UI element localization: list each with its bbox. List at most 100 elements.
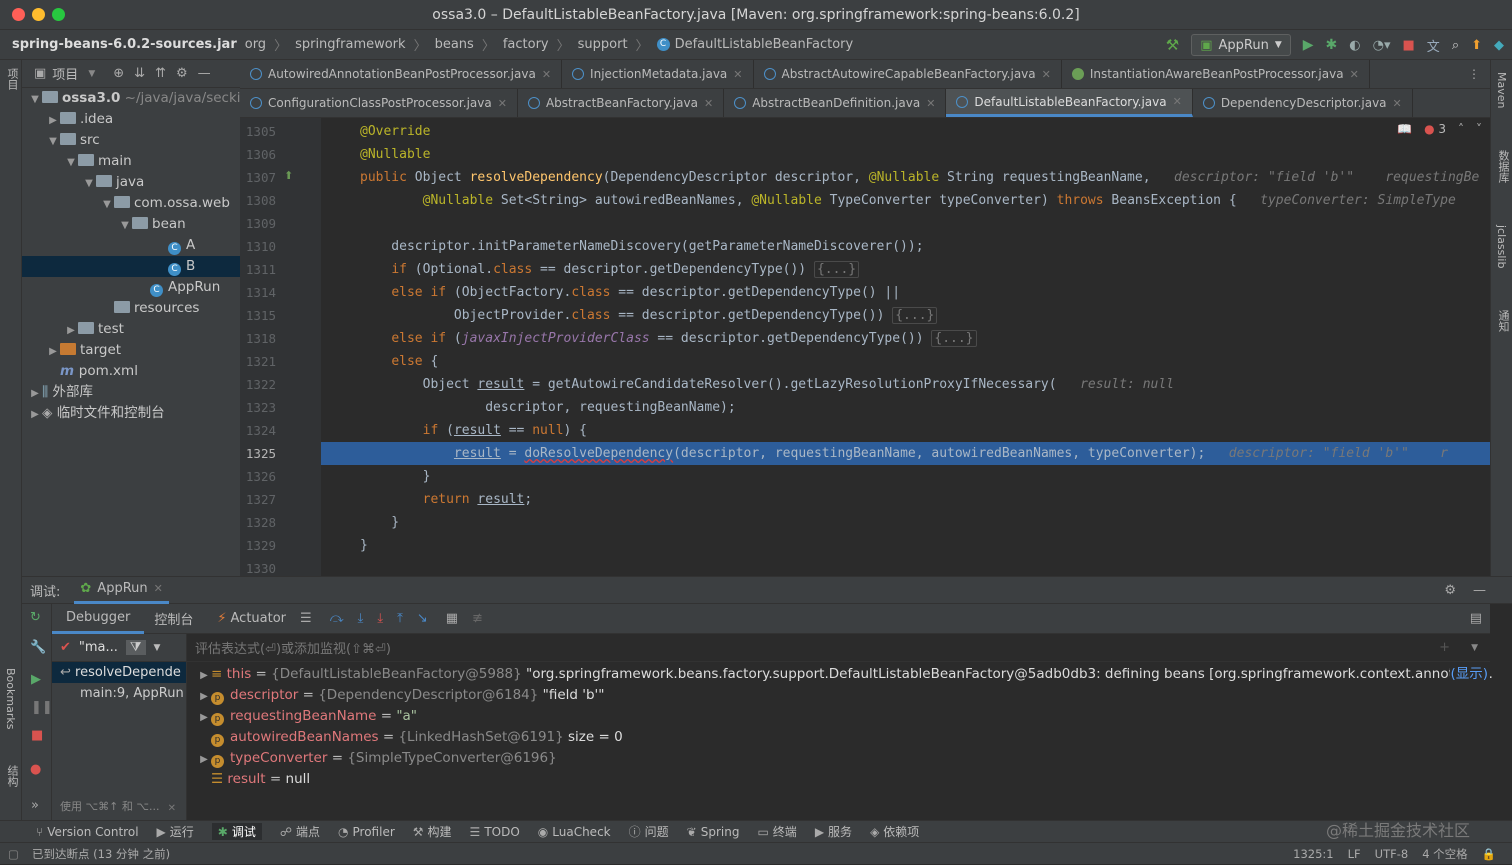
- code-line[interactable]: 1324 if (result == null) {: [240, 419, 1490, 442]
- notifications-tool-button[interactable]: 通知: [1495, 310, 1511, 332]
- chevron-down-icon[interactable]: ▼: [1471, 643, 1478, 653]
- zoom-window-button[interactable]: [52, 8, 65, 21]
- breadcrumb-jar[interactable]: spring-beans-6.0.2-sources.jar: [12, 37, 237, 52]
- tree-item[interactable]: ▼ java: [22, 172, 240, 193]
- chevron-down-icon[interactable]: ▼: [88, 69, 95, 79]
- line-number[interactable]: 1330: [240, 557, 276, 576]
- tree-item[interactable]: m pom.xml: [22, 361, 240, 382]
- chevron-right-icon[interactable]: ▶: [197, 665, 211, 686]
- debug-bug-icon[interactable]: ✱: [1326, 37, 1338, 53]
- collapse-all-icon[interactable]: ⇈: [155, 66, 166, 81]
- close-icon[interactable]: ✕: [926, 97, 935, 110]
- code-line[interactable]: 1325 result = doResolveDependency(descri…: [246, 442, 1490, 465]
- code-line[interactable]: 1305 @Override: [240, 120, 1490, 143]
- breadcrumb-org[interactable]: org: [245, 37, 266, 52]
- chevron-down-icon[interactable]: ▼: [154, 643, 161, 653]
- frame-row[interactable]: main:9, AppRun: [52, 683, 186, 704]
- editor-tab[interactable]: AbstractBeanDefinition.java ✕: [724, 89, 947, 117]
- chevron-right-icon[interactable]: ▶: [197, 749, 211, 770]
- tab-debugger[interactable]: Debugger: [52, 604, 145, 634]
- code-line[interactable]: 1328 }: [240, 511, 1490, 534]
- tree-item[interactable]: ▼ com.ossa.web: [22, 193, 240, 214]
- code-line[interactable]: 1329}: [240, 534, 1490, 557]
- chevron-down-icon[interactable]: ▼: [118, 215, 132, 236]
- tree-item[interactable]: ▶ .idea: [22, 109, 240, 130]
- line-number[interactable]: 1309: [240, 212, 276, 235]
- gear-icon[interactable]: ⚙: [176, 66, 188, 81]
- code-line[interactable]: 1327 return result;: [240, 488, 1490, 511]
- line-number[interactable]: 1325: [240, 442, 276, 465]
- tree-item[interactable]: ▼ bean: [22, 214, 240, 235]
- line-number[interactable]: 1307: [240, 166, 276, 189]
- tool-profiler[interactable]: ◔ Profiler: [338, 825, 395, 839]
- close-icon[interactable]: ✕: [154, 576, 163, 601]
- code-line[interactable]: 1309: [240, 212, 1490, 235]
- build-hammer-icon[interactable]: ⚒: [1166, 36, 1179, 54]
- code-line[interactable]: 1310 descriptor.initParameterNameDiscove…: [240, 235, 1490, 258]
- jclasslib-tool-button[interactable]: jclasslib: [1495, 225, 1508, 268]
- tree-item[interactable]: resources: [22, 298, 240, 319]
- code-line[interactable]: 1315 ObjectProvider.class == descriptor.…: [240, 304, 1490, 327]
- close-icon[interactable]: ✕: [1173, 95, 1182, 108]
- tool-terminal[interactable]: ▭ 终端: [757, 823, 796, 840]
- breakpoints-icon[interactable]: ●: [30, 762, 41, 777]
- editor-tab[interactable]: ConfigurationClassPostProcessor.java ✕: [240, 89, 518, 117]
- close-icon[interactable]: ✕: [542, 68, 551, 81]
- override-gutter-icon[interactable]: ⬆: [284, 169, 293, 182]
- tool-endpoints[interactable]: ☍ 端点: [280, 823, 320, 840]
- editor-tab[interactable]: DependencyDescriptor.java ✕: [1193, 89, 1413, 117]
- chevron-down-icon[interactable]: ▼: [28, 89, 42, 110]
- resume-icon[interactable]: ▶: [31, 672, 41, 687]
- stop-icon[interactable]: ■: [31, 728, 43, 743]
- step-into-icon[interactable]: ⤓: [377, 611, 383, 626]
- trace-icon[interactable]: ≢: [472, 611, 483, 626]
- stop-icon[interactable]: ■: [1403, 38, 1415, 53]
- chevron-down-icon[interactable]: ▼: [100, 194, 114, 215]
- wrench-icon[interactable]: 🔧: [30, 640, 46, 655]
- show-link[interactable]: (显示): [1450, 664, 1488, 685]
- line-number[interactable]: 1322: [240, 373, 276, 396]
- code-editor[interactable]: 📖 ● 3 ˄ ˅ 1305 @Override 1306 @Nullable 1307…: [240, 118, 1490, 576]
- code-line[interactable]: 1308 @Nullable Set<String> autowiredBean…: [240, 189, 1490, 212]
- close-icon[interactable]: ✕: [1393, 97, 1402, 110]
- line-number[interactable]: 1326: [240, 465, 276, 488]
- tree-item[interactable]: ▶ test: [22, 319, 240, 340]
- run-icon[interactable]: ▶: [1303, 37, 1314, 53]
- evaluate-icon[interactable]: ▦: [446, 611, 458, 626]
- line-number[interactable]: 1321: [240, 350, 276, 373]
- chevron-right-icon[interactable]: ▶: [64, 320, 78, 341]
- indent-setting[interactable]: 4 个空格: [1422, 846, 1467, 862]
- tree-item[interactable]: ▶ ◈ 临时文件和控制台: [22, 403, 240, 424]
- line-number[interactable]: 1310: [240, 235, 276, 258]
- chevron-down-icon[interactable]: ▼: [46, 131, 60, 152]
- line-number[interactable]: 1324: [240, 419, 276, 442]
- chevron-right-icon[interactable]: ▶: [197, 686, 211, 707]
- code-line[interactable]: 1323 descriptor, requestingBeanName);: [240, 396, 1490, 419]
- editor-tab[interactable]: AutowiredAnnotationBeanPostProcessor.jav…: [240, 60, 563, 88]
- close-icon[interactable]: ✕: [733, 68, 742, 81]
- filter-icon[interactable]: ⧩: [125, 640, 146, 655]
- chevron-right-icon[interactable]: ▶: [46, 341, 60, 362]
- expand-all-icon[interactable]: ⇊: [134, 66, 145, 81]
- line-number[interactable]: 1329: [240, 534, 276, 557]
- database-tool-button[interactable]: 数据库: [1495, 150, 1511, 183]
- code-line[interactable]: 1306 @Nullable: [240, 143, 1490, 166]
- tab-actuator[interactable]: Actuator: [227, 611, 291, 626]
- more-icon[interactable]: »: [31, 798, 39, 813]
- project-view-label[interactable]: 项目: [52, 64, 78, 83]
- code-line[interactable]: 1326 }: [240, 465, 1490, 488]
- chevron-down-icon[interactable]: ˅: [1476, 122, 1482, 136]
- project-tool-button[interactable]: 项目: [4, 68, 20, 90]
- tree-item[interactable]: ▼ src: [22, 130, 240, 151]
- profile-icon[interactable]: ◔▾: [1373, 38, 1391, 53]
- status-square-icon[interactable]: ▢: [8, 847, 19, 861]
- breadcrumb-factory[interactable]: factory: [503, 37, 549, 52]
- close-icon[interactable]: ✕: [498, 97, 507, 110]
- variable-row[interactable]: ▶ p typeConverter = {SimpleTypeConverter@6…: [187, 748, 1490, 769]
- error-indicator[interactable]: ● 3: [1424, 122, 1446, 136]
- variable-row[interactable]: ☰ result = null: [187, 769, 1490, 790]
- tool-todo[interactable]: ☰ TODO: [470, 825, 520, 839]
- chevron-right-icon[interactable]: ▶: [197, 707, 211, 728]
- tool-problems[interactable]: ⓘ 问题: [629, 823, 669, 840]
- editor-tab[interactable]: AbstractAutowireCapableBeanFactory.java ✕: [754, 60, 1062, 88]
